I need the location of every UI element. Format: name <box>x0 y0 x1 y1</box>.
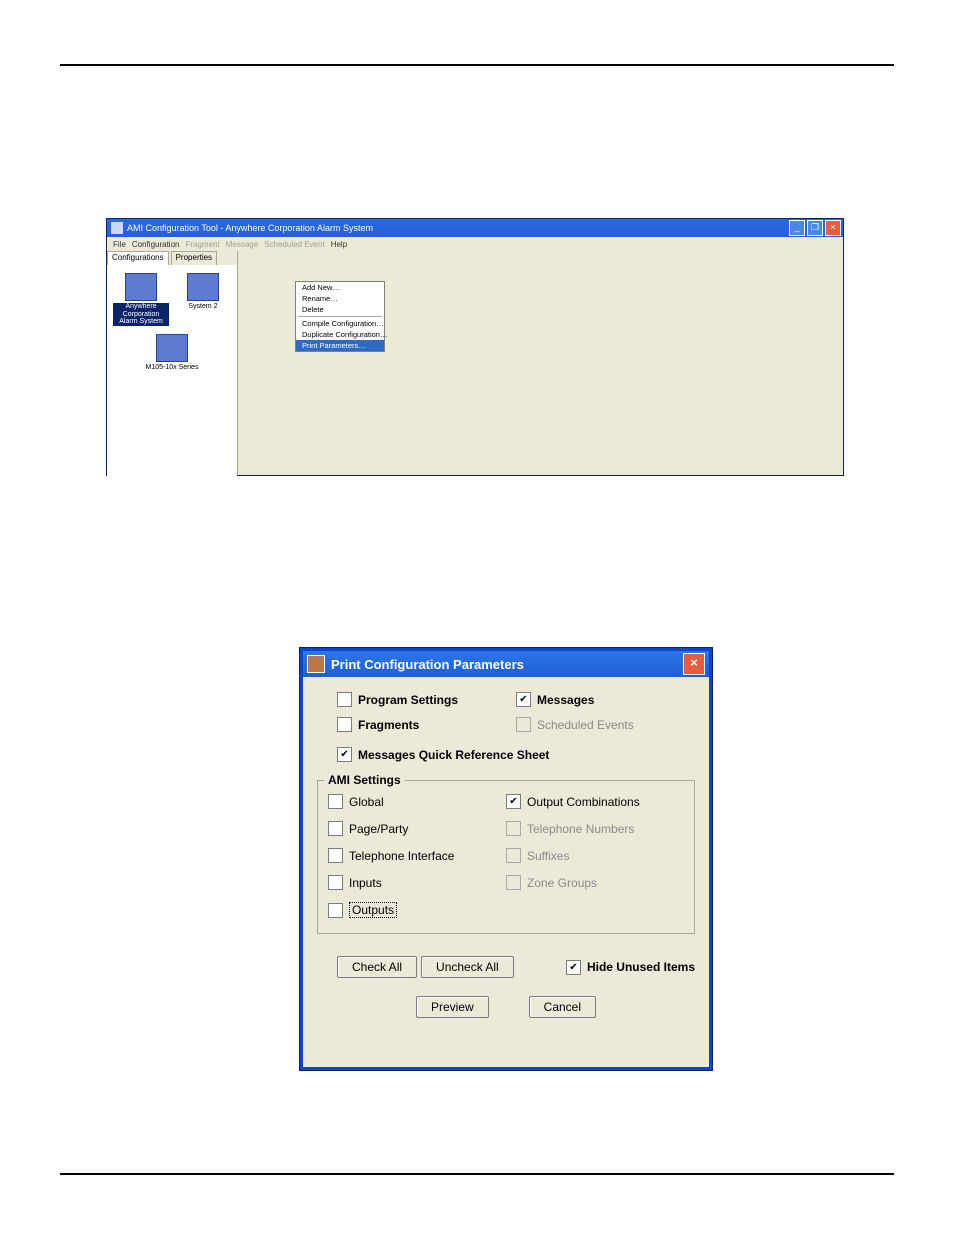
config-glyph-icon <box>156 334 188 362</box>
print-config-dialog: Print Configuration Parameters × Program… <box>300 648 712 1070</box>
ctx-compile[interactable]: Compile Configuration… <box>296 318 384 329</box>
dialog-close-button[interactable]: × <box>683 653 705 675</box>
menu-fragment: Fragment <box>185 240 219 249</box>
menu-scheduled-event: Scheduled Event <box>264 240 325 249</box>
label-program-settings: Program Settings <box>358 693 458 707</box>
context-menu: Add New… Rename… Delete Compile Configur… <box>295 281 385 352</box>
menu-file[interactable]: File <box>113 240 126 249</box>
maximize-button[interactable]: ❐ <box>807 220 823 236</box>
check-suffixes <box>506 848 521 863</box>
ctx-separator <box>298 316 382 317</box>
label-telephone-interface: Telephone Interface <box>349 849 454 863</box>
check-program-settings[interactable] <box>337 692 352 707</box>
label-page-party: Page/Party <box>349 822 408 836</box>
sidebar: Configurations Properties Anywhere Corpo… <box>107 251 238 475</box>
minimize-button[interactable]: _ <box>789 220 805 236</box>
check-zone-groups <box>506 875 521 890</box>
check-page-party[interactable] <box>328 821 343 836</box>
ctx-add-new[interactable]: Add New… <box>296 282 384 293</box>
top-rule <box>60 64 894 66</box>
cancel-button[interactable]: Cancel <box>529 996 596 1018</box>
config-icon-3[interactable]: M105-10x Series <box>144 334 200 372</box>
app-titlebar: AMI Configuration Tool - Anywhere Corpor… <box>107 219 843 237</box>
group-title: AMI Settings <box>324 773 405 787</box>
dialog-title: Print Configuration Parameters <box>331 657 524 672</box>
check-global[interactable] <box>328 794 343 809</box>
ctx-duplicate[interactable]: Duplicate Configuration… <box>296 329 384 340</box>
menu-message: Message <box>226 240 258 249</box>
label-telephone-numbers: Telephone Numbers <box>527 822 634 836</box>
bottom-rule <box>60 1173 894 1175</box>
ami-settings-group: AMI Settings Global Page/Party <box>317 780 695 934</box>
label-messages-quick-ref: Messages Quick Reference Sheet <box>358 748 549 762</box>
dialog-titlebar: Print Configuration Parameters × <box>303 651 709 677</box>
config-label: M105-10x Series <box>146 364 199 372</box>
label-global: Global <box>349 795 384 809</box>
config-glyph-icon <box>125 273 157 301</box>
preview-button[interactable]: Preview <box>416 996 489 1018</box>
label-outputs: Outputs <box>349 902 397 918</box>
check-fragments[interactable] <box>337 717 352 732</box>
label-fragments: Fragments <box>358 718 419 732</box>
check-hide-unused[interactable] <box>566 960 581 975</box>
label-output-combinations: Output Combinations <box>527 795 640 809</box>
config-icon-selected[interactable]: Anywhere Corporation Alarm System <box>113 273 169 326</box>
label-messages: Messages <box>537 693 594 707</box>
check-output-combinations[interactable] <box>506 794 521 809</box>
label-hide-unused: Hide Unused Items <box>587 960 695 974</box>
check-inputs[interactable] <box>328 875 343 890</box>
label-zone-groups: Zone Groups <box>527 876 597 890</box>
ctx-rename[interactable]: Rename… <box>296 293 384 304</box>
ctx-print-parameters[interactable]: Print Parameters… <box>296 340 384 351</box>
label-suffixes: Suffixes <box>527 849 569 863</box>
check-telephone-numbers <box>506 821 521 836</box>
app-window: AMI Configuration Tool - Anywhere Corpor… <box>106 218 844 476</box>
tab-configurations[interactable]: Configurations <box>107 251 169 265</box>
check-messages[interactable] <box>516 692 531 707</box>
check-outputs[interactable] <box>328 903 343 918</box>
check-messages-quick-ref[interactable] <box>337 747 352 762</box>
app-icon <box>111 222 123 234</box>
label-scheduled-events: Scheduled Events <box>537 718 634 732</box>
ctx-delete[interactable]: Delete <box>296 304 384 315</box>
close-button[interactable]: × <box>825 220 841 236</box>
uncheck-all-button[interactable]: Uncheck All <box>421 956 514 978</box>
config-label: System 2 <box>188 303 217 311</box>
menu-help[interactable]: Help <box>331 240 347 249</box>
config-glyph-icon <box>187 273 219 301</box>
menu-bar: File Configuration Fragment Message Sche… <box>107 237 843 251</box>
tab-properties[interactable]: Properties <box>171 251 217 265</box>
dialog-icon <box>307 655 325 673</box>
config-label: Anywhere Corporation Alarm System <box>113 303 169 326</box>
label-inputs: Inputs <box>349 876 382 890</box>
check-telephone-interface[interactable] <box>328 848 343 863</box>
config-icon-2[interactable]: System 2 <box>175 273 231 311</box>
check-scheduled-events <box>516 717 531 732</box>
app-title: AMI Configuration Tool - Anywhere Corpor… <box>127 223 373 233</box>
check-all-button[interactable]: Check All <box>337 956 417 978</box>
menu-configuration[interactable]: Configuration <box>132 240 180 249</box>
